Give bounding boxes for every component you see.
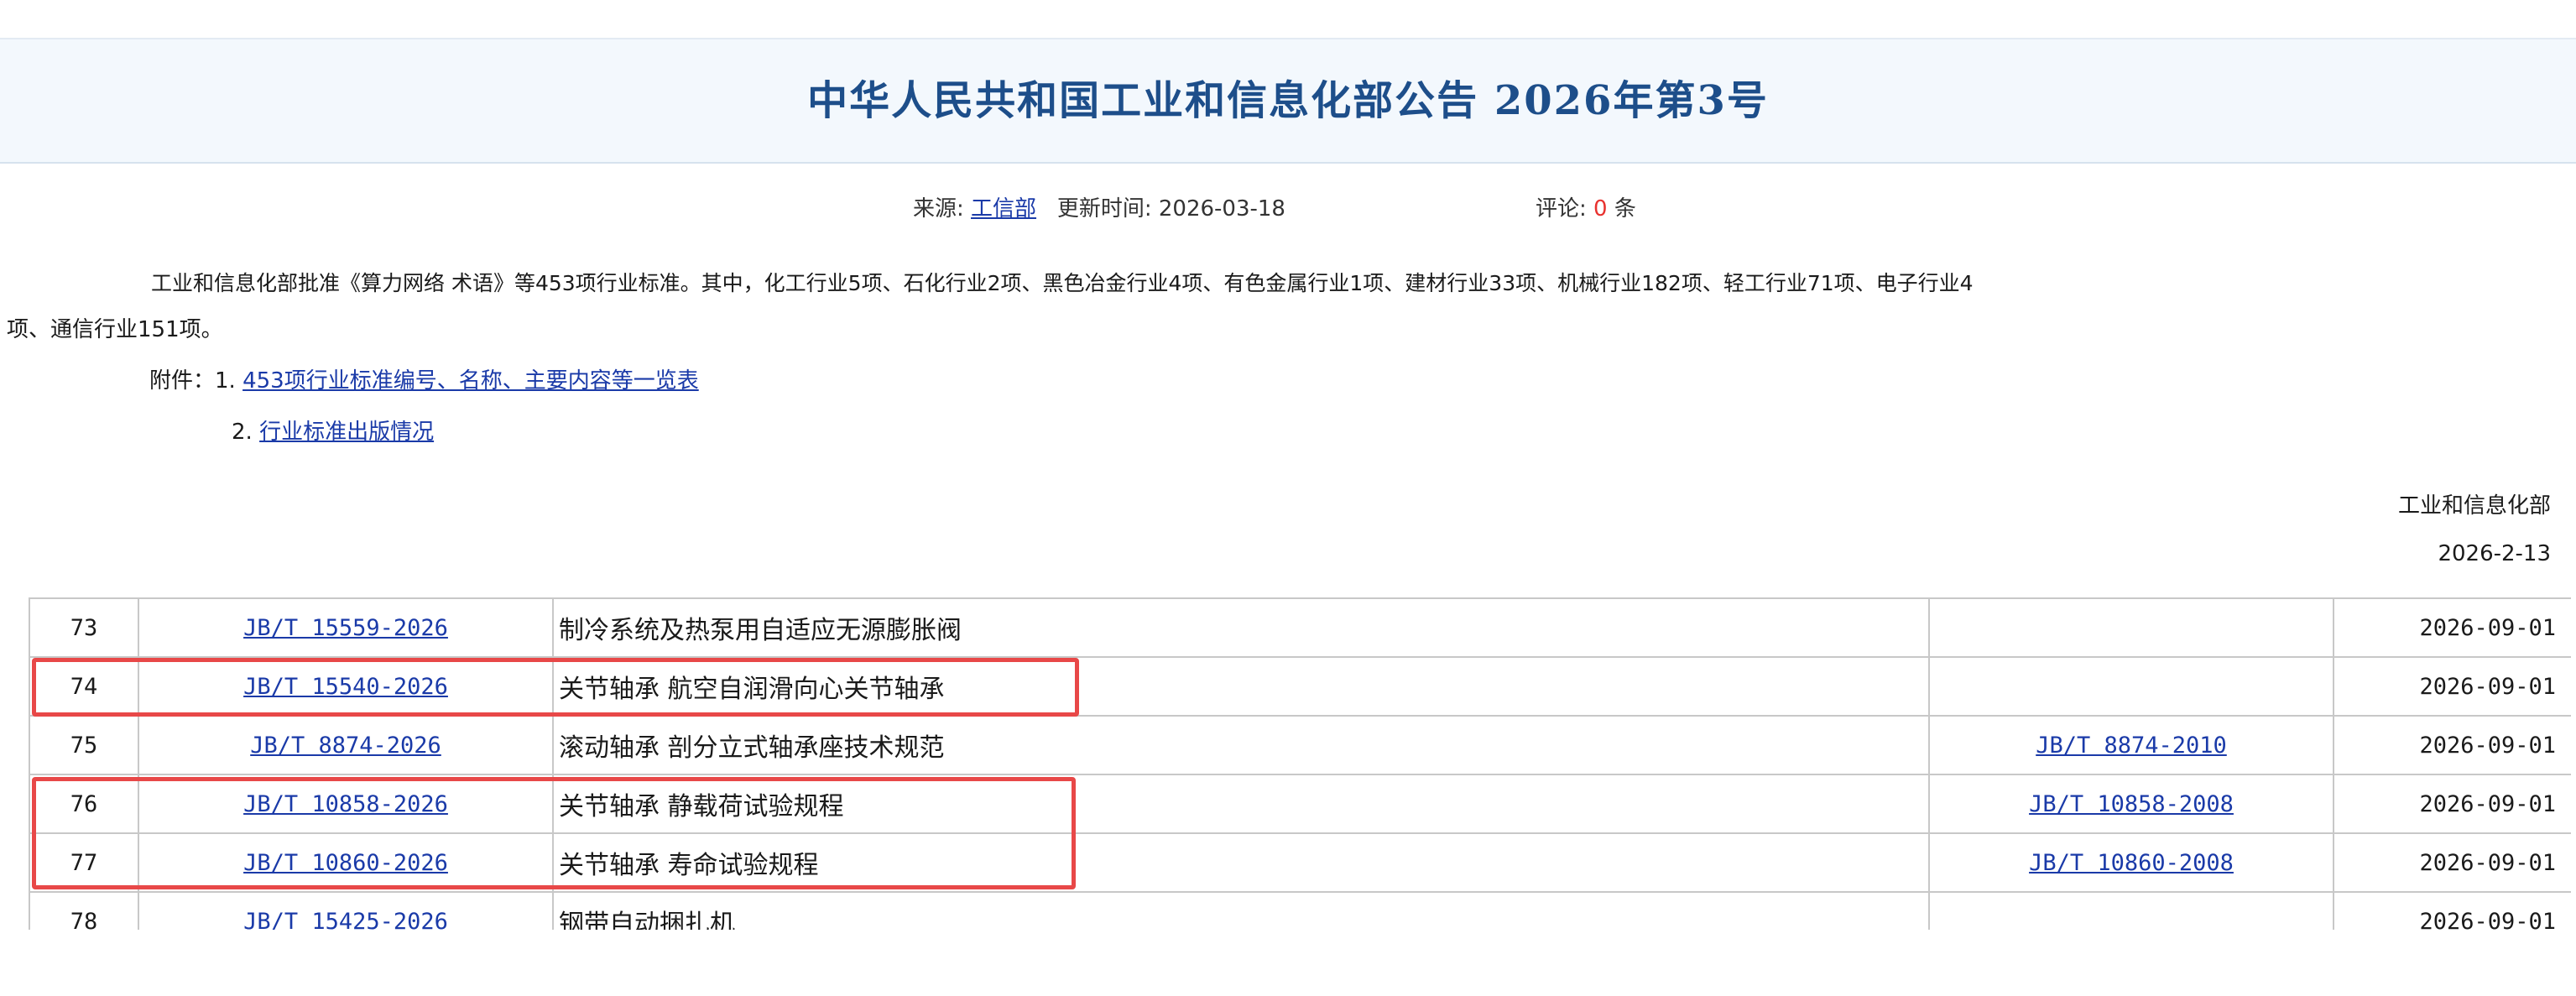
- row-number-cell: 73: [29, 597, 139, 658]
- replaced-standard-link[interactable]: JB/T 10858-2008: [2029, 791, 2234, 817]
- source-link[interactable]: 工信部: [971, 196, 1036, 222]
- attachment-link-2[interactable]: 行业标准出版情况: [259, 420, 434, 445]
- announcement-paragraph-line2: 项、通信行业151项。: [7, 317, 223, 342]
- replaced-standard-link-cell: JB/T 10860-2008: [1928, 832, 2334, 893]
- replaced-standard-link-cell: [1928, 891, 2334, 930]
- replaced-standard-link-cell: [1928, 656, 2334, 717]
- source-label: 来源:: [913, 196, 964, 222]
- attachment-link-1[interactable]: 453项行业标准编号、名称、主要内容等一览表: [242, 368, 699, 394]
- effective-date-cell: 2026-09-01: [2333, 774, 2571, 834]
- effective-date-cell: 2026-09-01: [2333, 891, 2571, 930]
- signature-org: 工业和信息化部: [2397, 493, 2551, 519]
- comments-label: 评论:: [1536, 196, 1587, 222]
- replaced-standard-link-cell: JB/T 10858-2008: [1928, 774, 2334, 834]
- standard-code-link-cell: JB/T 15559-2026: [138, 597, 554, 658]
- meta-comments: 评论: 0 条: [1536, 191, 1636, 222]
- row-number-cell: 75: [29, 715, 139, 775]
- updated-value: 2026-03-18: [1158, 196, 1285, 222]
- row-number-cell: 78: [29, 891, 139, 930]
- standard-name-cell: 滚动轴承 剖分立式轴承座技术规范: [552, 715, 1930, 775]
- table-row: 75 JB/T 8874-2026 滚动轴承 剖分立式轴承座技术规范 JB/T 887…: [29, 715, 2571, 775]
- updated-label: 更新时间:: [1056, 196, 1152, 222]
- table-row: 73 JB/T 15559-2026 制冷系统及热泵用自适应无源膨胀阀 2026-09…: [29, 597, 2571, 658]
- replaced-standard-link-cell: JB/T 8874-2010: [1928, 715, 2334, 775]
- standard-code-link[interactable]: JB/T 8874-2026: [250, 733, 441, 759]
- standard-code-link[interactable]: JB/T 15425-2026: [243, 909, 448, 931]
- highlight-box-rows-76-77: [32, 777, 1076, 889]
- replaced-standard-link[interactable]: JB/T 10860-2008: [2029, 850, 2234, 876]
- attachment-list-2: 2. 行业标准出版情况: [232, 415, 434, 446]
- attachment-list-1: 附件：1. 453项行业标准编号、名称、主要内容等一览表: [149, 363, 699, 394]
- standard-name-cell: 钢带自动捆扎机: [552, 891, 1930, 930]
- replaced-standard-link-cell: [1928, 597, 2334, 658]
- standard-code-link-cell: JB/T 8874-2026: [138, 715, 554, 775]
- comments-count[interactable]: 0: [1593, 196, 1608, 222]
- effective-date-cell: 2026-09-01: [2333, 715, 2571, 775]
- attachments-label: 附件：1.: [149, 368, 236, 394]
- effective-date-cell: 2026-09-01: [2333, 656, 2571, 717]
- standard-name-cell: 制冷系统及热泵用自适应无源膨胀阀: [552, 597, 1930, 658]
- comments-unit: 条: [1614, 196, 1636, 222]
- standard-code-link-cell: JB/T 15425-2026: [138, 891, 554, 931]
- meta-source: 来源: 工信部 更新时间: 2026-03-18: [913, 191, 1285, 222]
- highlight-box-row-74: [32, 658, 1079, 717]
- effective-date-cell: 2026-09-01: [2333, 832, 2571, 893]
- effective-date-cell: 2026-09-01: [2333, 597, 2571, 658]
- standard-code-link[interactable]: JB/T 15559-2026: [243, 615, 448, 641]
- announcement-paragraph-line1: 工业和信息化部批准《算力网络 术语》等453项行业标准。其中，化工行业5项、石化…: [151, 271, 1974, 295]
- table-row: 78 JB/T 15425-2026 钢带自动捆扎机 2026-09-01: [29, 891, 2571, 931]
- attachment-2-number: 2.: [232, 420, 253, 445]
- replaced-standard-link[interactable]: JB/T 8874-2010: [2036, 733, 2227, 759]
- signature-date: 2026-2-13: [2438, 541, 2551, 566]
- page-title: 中华人民共和国工业和信息化部公告 2026年第3号: [807, 77, 1769, 124]
